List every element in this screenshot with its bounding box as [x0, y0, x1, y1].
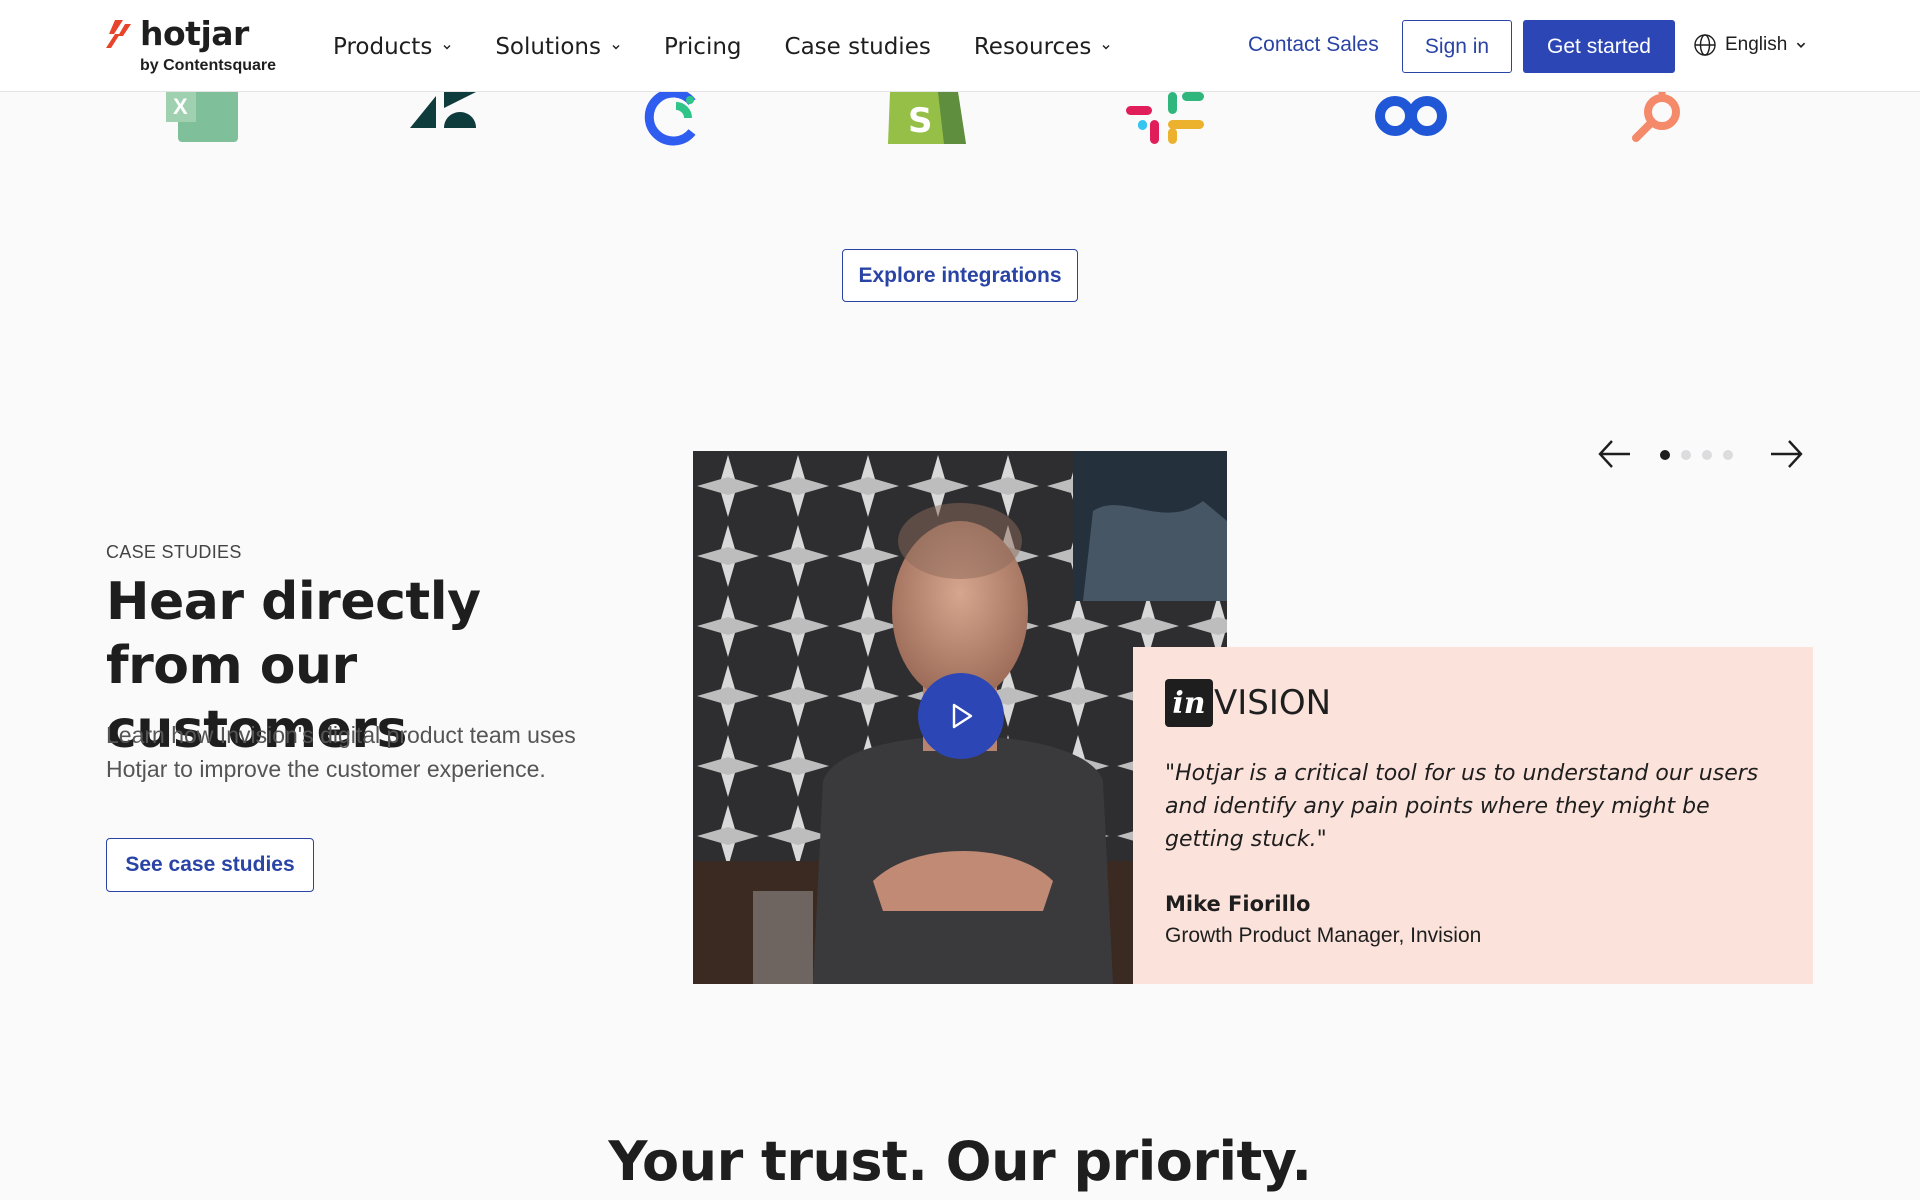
slack-logo [1126, 92, 1204, 144]
see-case-studies-button[interactable]: See case studies [106, 838, 314, 892]
globe-icon [1694, 34, 1716, 56]
carousel-next-button[interactable] [1764, 432, 1808, 476]
invision-logo-text: VISION [1214, 683, 1332, 723]
sign-in-button[interactable]: Sign in [1402, 20, 1512, 73]
excel-logo: X [166, 92, 238, 142]
main-nav: Products Solutions Pricing Case studies … [333, 30, 1154, 64]
nav-products[interactable]: Products [333, 34, 452, 60]
chevron-down-icon [612, 45, 620, 50]
hotjar-logo[interactable]: hotjar by Contentsquare [106, 14, 286, 80]
nav-case-studies[interactable]: Case studies [785, 34, 931, 60]
nav-resources[interactable]: Resources [974, 34, 1111, 60]
carousel-prev-button[interactable] [1593, 432, 1637, 476]
optimizely-logo [1375, 96, 1447, 136]
hotjar-flame-icon [106, 20, 131, 48]
carousel-dot[interactable] [1681, 450, 1691, 460]
nav-solutions-label: Solutions [495, 34, 601, 60]
segment-logo [644, 92, 696, 146]
invision-logo-box: in [1165, 679, 1213, 727]
carousel-pagination [1660, 450, 1744, 460]
carousel-dot[interactable] [1702, 450, 1712, 460]
play-icon [952, 703, 973, 729]
arrow-left-icon [1598, 440, 1630, 468]
arrow-right-icon [1771, 440, 1803, 468]
svg-text:S: S [908, 101, 933, 141]
nav-pricing[interactable]: Pricing [664, 34, 742, 60]
hubspot-logo [1632, 92, 1680, 142]
trust-heading: Your trust. Our priority. [608, 1130, 1312, 1193]
nav-pricing-label: Pricing [664, 34, 742, 60]
testimonial-card: in VISION "Hotjar is a critical tool for… [1133, 647, 1813, 984]
logo-subtitle: by Contentsquare [140, 57, 277, 74]
invision-logo: in VISION [1165, 679, 1331, 727]
carousel-dot[interactable] [1723, 450, 1733, 460]
nav-case-studies-label: Case studies [784, 34, 931, 60]
zendesk-logo [410, 92, 476, 128]
language-selector[interactable]: English [1693, 33, 1815, 57]
testimonial-author-role: Growth Product Manager, Invision [1165, 924, 1482, 947]
site-header: hotjar by Contentsquare Products Solutio… [0, 0, 1920, 92]
contact-sales-link[interactable]: Contact Sales [1248, 33, 1379, 57]
testimonial-quote: "Hotjar is a critical tool for us to und… [1165, 761, 1759, 852]
nav-products-label: Products [333, 34, 433, 60]
nav-solutions[interactable]: Solutions [495, 34, 621, 60]
chevron-down-icon [443, 45, 451, 50]
chevron-down-icon [1102, 45, 1110, 50]
logo-wordmark: hotjar [140, 14, 249, 53]
get-started-button[interactable]: Get started [1523, 20, 1675, 73]
integrations-logo-row: X S [0, 92, 1920, 152]
carousel-dot[interactable] [1660, 450, 1670, 460]
section-description: Learn how Invision's digital product tea… [106, 722, 576, 782]
play-video-button[interactable] [918, 673, 1004, 759]
chevron-down-icon [1797, 42, 1806, 48]
testimonial-author-name: Mike Fiorillo [1165, 892, 1311, 916]
nav-resources-label: Resources [973, 34, 1092, 60]
section-eyebrow: CASE STUDIES [106, 542, 242, 562]
svg-text:X: X [173, 94, 188, 119]
explore-integrations-button[interactable]: Explore integrations [842, 249, 1078, 302]
shopify-logo: S [888, 92, 966, 144]
language-label: English [1725, 34, 1788, 55]
